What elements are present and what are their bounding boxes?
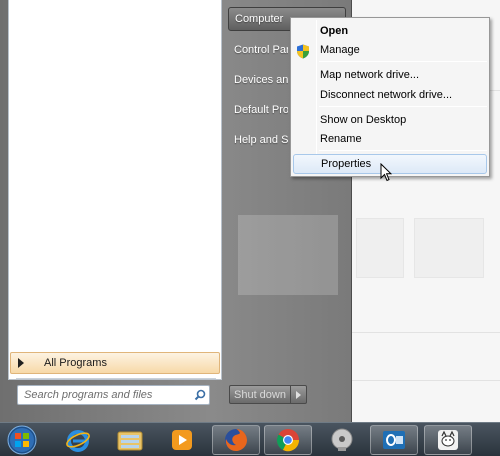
start-menu-faded-area [228, 175, 346, 325]
all-programs-button[interactable]: All Programs [10, 352, 220, 374]
properties-label: Properties [321, 158, 372, 170]
arrow-right-icon [18, 358, 24, 368]
help-label: Help and Support [234, 134, 288, 146]
start-orb[interactable] [5, 424, 39, 456]
devices-label: Devices and Printers [234, 74, 288, 86]
manage-label: Manage [320, 44, 360, 56]
rename-label: Rename [320, 133, 362, 145]
open-label: Open [320, 25, 349, 37]
search-input[interactable] [18, 386, 191, 404]
background-divider [350, 380, 500, 381]
context-menu: Open Manage Map network drive... Disconn… [290, 17, 490, 177]
outlook-icon[interactable] [370, 425, 418, 455]
background-divider [350, 332, 500, 333]
disconnect-drive-label: Disconnect network drive... [320, 89, 453, 101]
shutdown-label: Shut down [234, 388, 286, 401]
start-item-help-support[interactable]: Help and Support [228, 128, 288, 152]
search-box[interactable] [17, 385, 210, 405]
control-panel-label: Control Panel [234, 44, 288, 56]
context-item-manage[interactable]: Manage [293, 40, 487, 60]
context-item-open[interactable]: Open [293, 21, 487, 41]
menu-separator [319, 150, 487, 151]
default-programs-label: Default Programs [234, 104, 288, 116]
arrow-right-icon [296, 390, 301, 399]
context-item-disconnect-network-drive[interactable]: Disconnect network drive... [293, 85, 487, 105]
media-player-icon[interactable] [158, 425, 206, 455]
start-item-control-panel[interactable]: Control Panel [228, 38, 288, 62]
shutdown-button[interactable]: Shut down [229, 385, 291, 404]
show-on-desktop-label: Show on Desktop [320, 114, 407, 126]
mouse-cursor-icon [380, 162, 393, 185]
start-item-devices-printers[interactable]: Devices and Printers [228, 68, 288, 92]
media-disc-icon[interactable] [318, 425, 366, 455]
background-thumbnail [356, 218, 404, 278]
internet-explorer-icon[interactable] [54, 425, 102, 455]
start-item-default-programs[interactable]: Default Programs [228, 98, 288, 122]
windows-explorer-icon[interactable] [106, 425, 154, 455]
menu-separator [319, 106, 487, 107]
context-item-show-on-desktop[interactable]: Show on Desktop [293, 110, 487, 130]
context-item-rename[interactable]: Rename [293, 129, 487, 149]
divider [16, 378, 216, 379]
cat-app-icon[interactable] [424, 425, 472, 455]
search-icon[interactable] [191, 386, 209, 404]
shutdown-options-button[interactable] [291, 385, 307, 404]
background-thumbnail [414, 218, 484, 278]
computer-label: Computer [235, 13, 284, 25]
map-drive-label: Map network drive... [320, 69, 420, 81]
chrome-icon[interactable] [264, 425, 312, 455]
menu-separator [319, 61, 487, 62]
all-programs-label: All Programs [44, 357, 107, 369]
start-menu-program-list [8, 0, 222, 380]
firefox-icon[interactable] [212, 425, 260, 455]
taskbar [0, 422, 500, 456]
shutdown-group: Shut down [229, 385, 307, 404]
context-item-map-network-drive[interactable]: Map network drive... [293, 65, 487, 85]
